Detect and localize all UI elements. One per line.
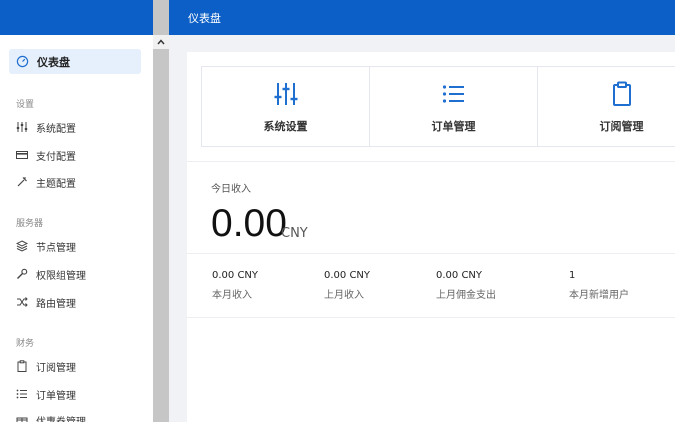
sidebar-section-title: 财务 [16,339,35,349]
divider [187,253,675,254]
sidebar-item-label: 路由管理 [36,299,76,310]
shortcut-label: 订阅管理 [599,120,644,133]
stat-last-month-commission: 0.00 CNY 上月佣金支出 [436,270,496,301]
sidebar-item-theme-config[interactable]: 主题配置 [16,172,146,192]
shortcut-order-management[interactable]: 订单管理 [370,67,538,146]
divider [187,317,675,318]
sidebar-section-title: 设置 [16,100,35,110]
sidebar-item-label: 仪表盘 [37,56,70,69]
sidebar-item-label: 系统配置 [36,124,76,135]
dashboard-gauge-icon [16,55,29,68]
sliders-icon [16,122,28,132]
today-income-value: 0.00 [211,202,287,245]
stat-label: 上月收入 [324,290,364,301]
sidebar-item-label: 主题配置 [36,179,76,190]
list-icon [16,389,27,399]
stat-last-month-income: 0.00 CNY 上月收入 [324,270,370,301]
sidebar-item-label: 权限组管理 [36,271,86,282]
wrench-icon [17,268,28,279]
layers-icon [16,240,28,252]
sidebar: 仪表盘 设置 系统配置 支付配置 主题配置 服务器 节点管理 权限组管理 路由管… [0,0,153,422]
shortcut-tiles: 系统设置 订单管理 订阅管理 [201,66,675,147]
sidebar-item-label: 支付配置 [36,152,76,163]
top-header: 仪表盘 [169,0,675,35]
stat-label: 本月新增用户 [569,290,629,301]
shortcut-system-settings[interactable]: 系统设置 [202,67,370,146]
stat-label: 上月佣金支出 [436,290,496,301]
scroll-thumb[interactable] [153,49,169,422]
page-title: 仪表盘 [188,12,221,25]
today-income-label: 今日收入 [211,184,251,195]
sidebar-item-node-management[interactable]: 节点管理 [16,236,146,256]
sidebar-item-label: 优惠券管理 [36,413,86,422]
credit-card-icon [16,151,28,159]
shortcut-subscription-management[interactable]: 订阅管理 [538,67,675,146]
list-icon [442,85,464,103]
gift-icon [16,417,28,422]
sidebar-item-coupon-management[interactable]: 优惠券管理 [16,410,146,422]
sidebar-item-payment-config[interactable]: 支付配置 [16,145,146,165]
clipboard-icon [612,81,631,106]
stat-value: 0.00 CNY [324,270,371,281]
divider [187,161,675,162]
sidebar-item-route-management[interactable]: 路由管理 [16,292,146,312]
sliders-icon [274,83,297,105]
sidebar-item-system-config[interactable]: 系统配置 [16,117,146,137]
scroll-up-button[interactable] [153,35,169,49]
sidebar-item-subscription-management[interactable]: 订阅管理 [16,356,146,376]
stat-new-users-this-month: 1 本月新增用户 [569,270,629,301]
stat-value: 0.00 CNY [436,270,483,281]
shortcut-label: 系统设置 [263,120,308,133]
stat-value: 1 [569,270,576,281]
sidebar-item-label: 节点管理 [36,243,76,254]
brand-bar [0,0,153,35]
stat-label: 本月收入 [212,290,252,301]
sidebar-item-permission-group[interactable]: 权限组管理 [16,264,146,284]
sidebar-item-order-management[interactable]: 订单管理 [16,384,146,404]
sidebar-scrollbar[interactable] [153,0,169,422]
stat-this-month-income: 0.00 CNY 本月收入 [212,270,258,301]
today-income-unit: CNY [281,226,308,241]
sidebar-section-title: 服务器 [16,219,44,229]
chevron-up-icon [157,39,165,45]
shortcut-label: 订单管理 [431,120,476,133]
sidebar-item-label: 订单管理 [36,391,76,402]
shuffle-icon [17,297,28,307]
clipboard-icon [17,360,27,372]
brush-icon [17,177,27,187]
sidebar-item-label: 订阅管理 [36,363,76,374]
stat-value: 0.00 CNY [212,270,259,281]
sidebar-item-dashboard[interactable]: 仪表盘 [9,49,141,74]
